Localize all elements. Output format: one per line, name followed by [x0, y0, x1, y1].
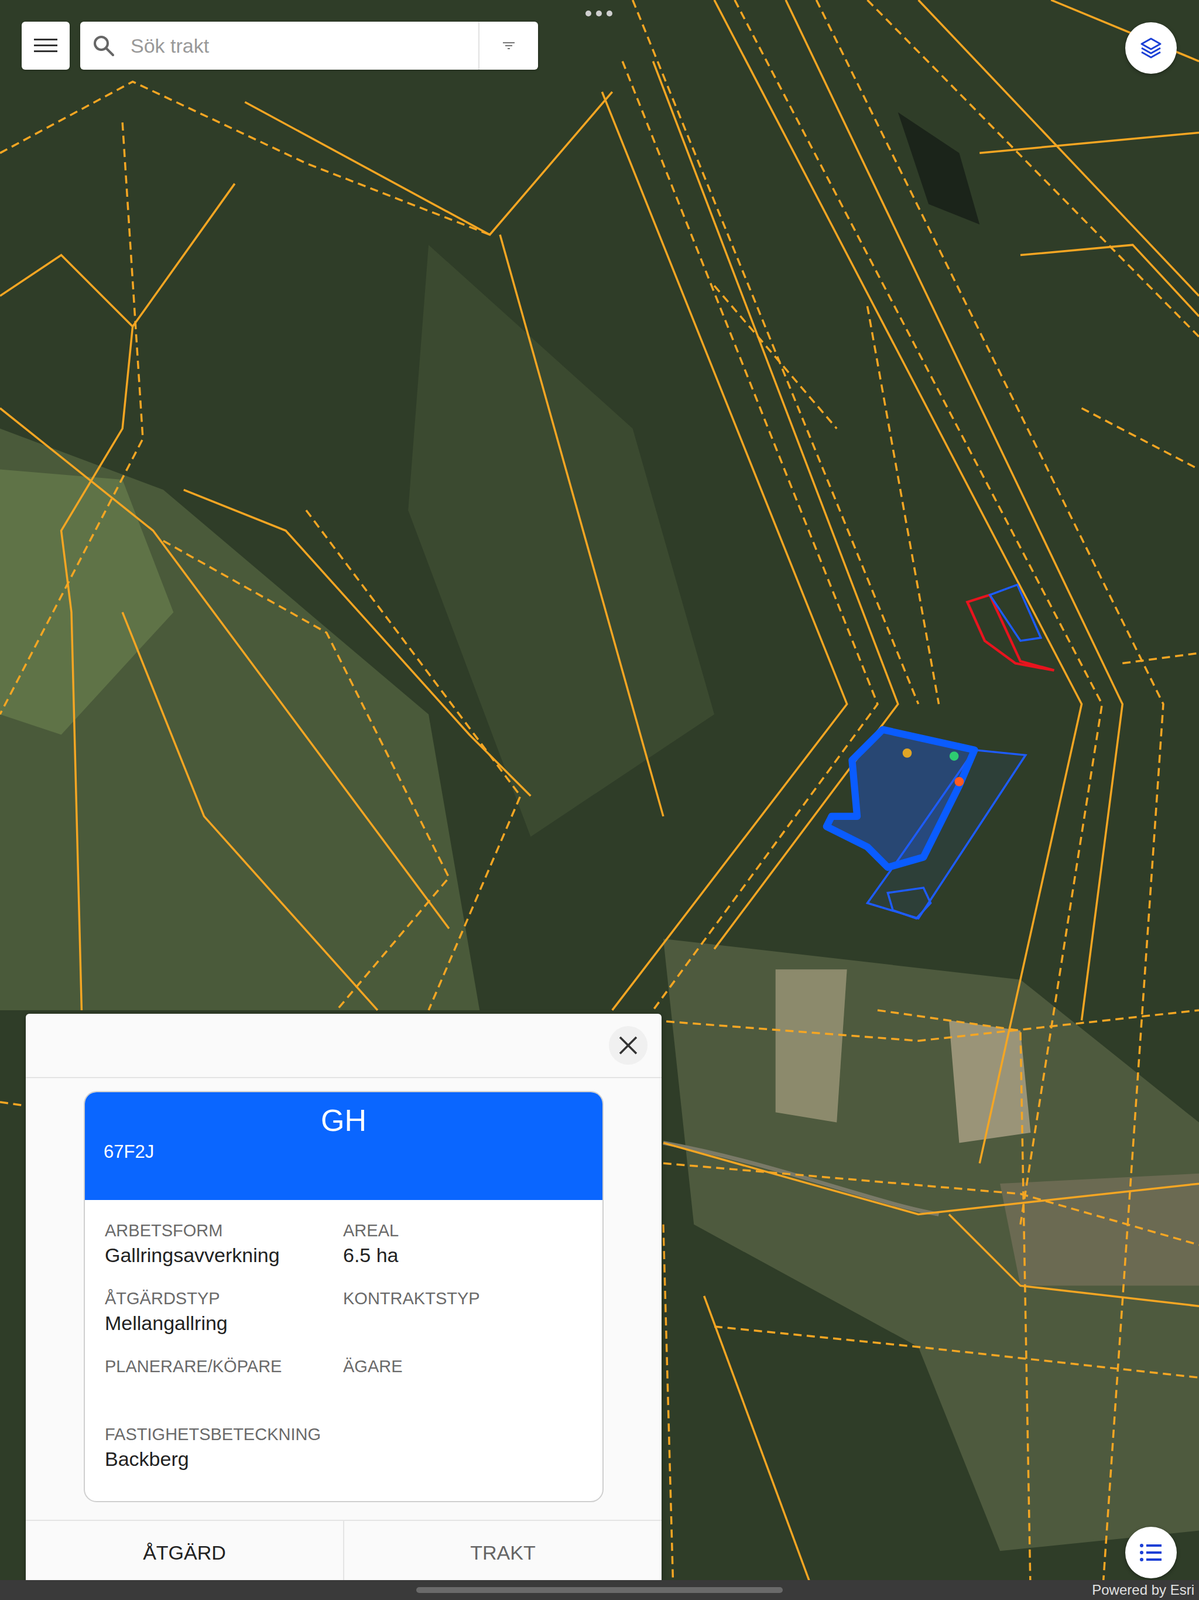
info-popup: GH67F2JARBETSFORMGallringsavverkningAREA…: [25, 1013, 662, 1584]
boundary-line: [183, 489, 532, 796]
list-icon: [1139, 1542, 1163, 1562]
layers-button[interactable]: [1125, 22, 1177, 74]
boundary-line: [867, 0, 1199, 337]
field-value: 6.5 ha: [343, 1243, 583, 1267]
boundary-line: [714, 285, 837, 429]
boundary-line: [122, 611, 378, 1010]
action-button[interactable]: ÅTGÄRD: [25, 1520, 344, 1584]
field: FASTIGHETSBETECKNING Backberg: [104, 1424, 344, 1472]
search-input[interactable]: Sök trakt: [130, 34, 479, 58]
popup-header: [25, 1013, 662, 1078]
boundary-line: [0, 183, 235, 327]
list-button[interactable]: [1125, 1526, 1177, 1578]
magnifier-icon: [91, 33, 116, 58]
field-value: Backberg: [104, 1447, 344, 1471]
field-value: Mellangallring: [104, 1311, 344, 1335]
field: AREAL 6.5 ha: [343, 1220, 583, 1268]
boundary-line: [867, 306, 940, 705]
boundary-line: [816, 0, 1164, 1600]
popup-actions: ÅTGÄRDTRAKT: [25, 1519, 662, 1584]
close-icon: [617, 1034, 639, 1056]
field: PLANERARE/KÖPARE: [104, 1356, 344, 1404]
boundary-line: [1081, 408, 1199, 470]
map-marker[interactable]: [902, 748, 913, 758]
card-header: GH 67F2J: [84, 1091, 603, 1200]
bottom-strip: Powered by Esri: [0, 1579, 1199, 1600]
field: ARBETSFORM Gallringsavverkning: [104, 1220, 344, 1268]
boundary-line: [622, 61, 878, 1010]
field: ÄGARE: [343, 1356, 583, 1404]
field-label: AREAL: [343, 1220, 583, 1240]
boundary-line: [1020, 244, 1199, 317]
selected-area[interactable]: [826, 729, 975, 868]
top-bar: Sök trakt: [21, 21, 539, 70]
boundary-line: [663, 1162, 1199, 1245]
boundary-line: [1122, 652, 1199, 663]
filter-button[interactable]: [478, 21, 539, 70]
boundary-line: [244, 91, 612, 235]
field-label: FASTIGHETSBETECKNING: [104, 1424, 344, 1444]
boundary-line: [714, 1326, 1199, 1377]
boundary-line: [663, 1224, 674, 1600]
search-bar: Sök trakt: [80, 21, 539, 70]
field-label: PLANERARE/KÖPARE: [104, 1356, 344, 1376]
boundary-line: [163, 540, 450, 1010]
field-label: ÄGARE: [343, 1356, 583, 1376]
boundary-line: [306, 509, 521, 1010]
stand-area[interactable]: [887, 887, 931, 918]
boundary-line: [499, 234, 664, 817]
boundary-line: [601, 91, 847, 1010]
boundary-line: [714, 0, 1082, 1163]
field: KONTRAKTSTYP: [343, 1288, 583, 1336]
close-button[interactable]: [608, 1025, 648, 1065]
boundary-line: [785, 0, 1123, 1020]
card-title: GH: [103, 1102, 584, 1138]
map-marker[interactable]: [954, 776, 965, 787]
field-value: Gallringsavverkning: [104, 1243, 344, 1267]
field-label: ÅTGÄRDSTYP: [104, 1288, 344, 1308]
boundary-line: [949, 1213, 1199, 1306]
attribution: Powered by Esri: [1091, 1581, 1195, 1598]
blue-area[interactable]: [989, 584, 1041, 641]
field-grid: ARBETSFORM Gallringsavverkning AREAL 6.5 ha…: [84, 1199, 603, 1501]
stand-card: GH67F2JARBETSFORMGallringsavverkningAREA…: [83, 1090, 604, 1502]
card-code: 67F2J: [103, 1141, 584, 1163]
boundary-line: [663, 1142, 1199, 1214]
menu-button[interactable]: [21, 21, 70, 70]
drag-dots-icon[interactable]: [585, 10, 613, 17]
boundary-line: [0, 408, 450, 929]
map-screen: Sök trakt GH 67F2J ARBETSFORM Gallringsavver…: [0, 0, 1199, 1600]
boundary-line: [61, 326, 133, 1010]
boundary-line: [653, 1009, 1199, 1041]
hamburger-icon: [33, 36, 58, 55]
red-area[interactable]: [967, 594, 1054, 671]
boundary-line: [979, 132, 1199, 154]
home-indicator[interactable]: [416, 1586, 783, 1593]
field: ÅTGÄRDSTYP Mellangallring: [104, 1288, 344, 1336]
layers-icon: [1139, 36, 1163, 60]
boundary-line: [877, 1009, 1031, 1600]
field-label: ARBETSFORM: [104, 1220, 344, 1240]
action-button[interactable]: TRAKT: [343, 1520, 662, 1584]
boundary-line: [0, 122, 143, 715]
filter-icon: [501, 40, 516, 51]
boundary-line: [0, 81, 491, 235]
field-label: KONTRAKTSTYP: [343, 1288, 583, 1308]
map-marker[interactable]: [949, 751, 959, 761]
boundary-line: [704, 1295, 817, 1600]
